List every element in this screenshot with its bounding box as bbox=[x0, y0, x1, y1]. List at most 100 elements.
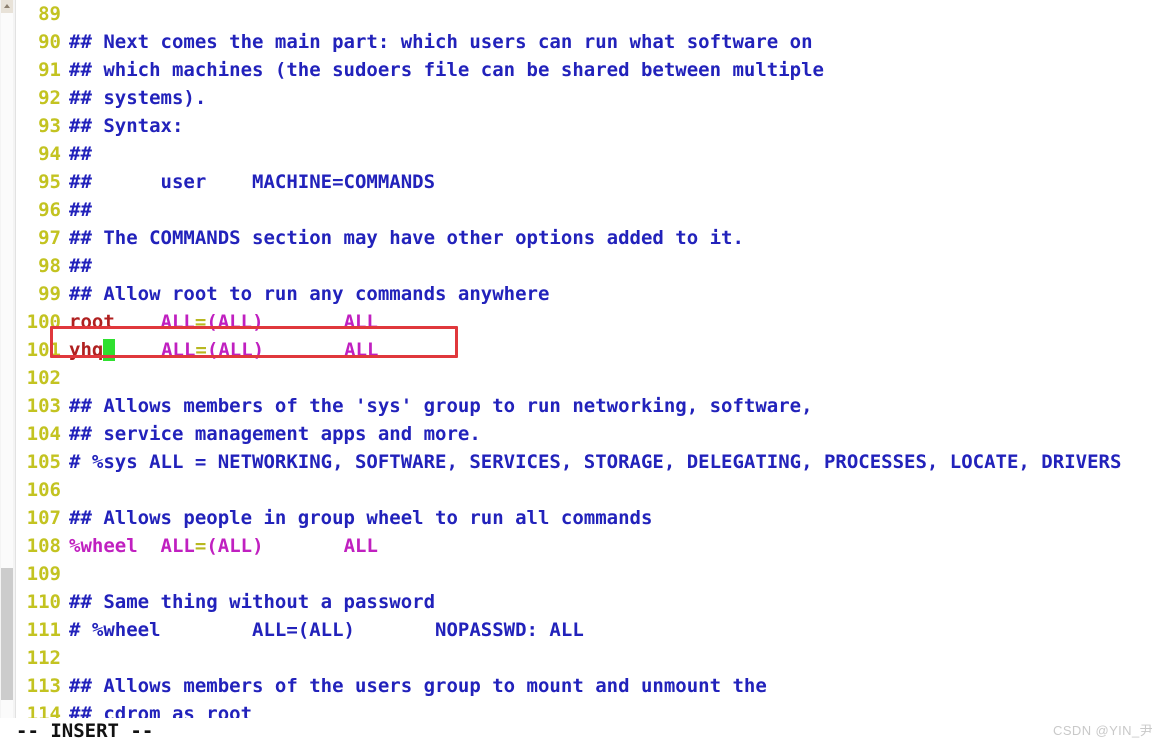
code-line[interactable]: 106 bbox=[15, 476, 1165, 504]
code-line[interactable]: 100 root ALL=(ALL) ALL bbox=[15, 308, 1165, 336]
code-token: ## systems). bbox=[69, 87, 207, 109]
code-token: ## Allows members of the 'sys' group to … bbox=[69, 395, 813, 417]
code-editor-area[interactable]: 89 90 ## Next comes the main part: which u… bbox=[15, 0, 1165, 718]
line-number: 106 bbox=[26, 479, 61, 501]
code-line-content: ## Allows people in group wheel to run a… bbox=[61, 504, 652, 532]
code-line-content: ## user MACHINE=COMMANDS bbox=[61, 168, 435, 196]
line-number: 111 bbox=[26, 619, 61, 641]
code-line-content: ## systems). bbox=[61, 84, 206, 112]
line-number: 99 bbox=[38, 283, 61, 305]
code-line[interactable]: 102 bbox=[15, 364, 1165, 392]
code-token: ## which machines (the sudoers file can … bbox=[69, 59, 824, 81]
code-token: = bbox=[195, 339, 207, 361]
code-token: (ALL) bbox=[206, 535, 264, 557]
line-number: 97 bbox=[38, 227, 61, 249]
code-line[interactable]: 93 ## Syntax: bbox=[15, 112, 1165, 140]
code-line-content: ## Allows members of the users group to … bbox=[61, 672, 767, 700]
code-token: ## The COMMANDS section may have other o… bbox=[69, 227, 744, 249]
code-line[interactable]: 113 ## Allows members of the users group … bbox=[15, 672, 1165, 700]
line-number: 110 bbox=[26, 591, 61, 613]
code-token: ## Syntax: bbox=[69, 115, 184, 137]
line-number: 103 bbox=[26, 395, 61, 417]
code-line[interactable]: 108 %wheel ALL=(ALL) ALL bbox=[15, 532, 1165, 560]
line-number: 100 bbox=[26, 311, 61, 333]
line-number: 102 bbox=[26, 367, 61, 389]
code-line[interactable]: 109 bbox=[15, 560, 1165, 588]
watermark-label: CSDN @YIN_尹 bbox=[1053, 723, 1153, 738]
code-line-content: ## Syntax: bbox=[61, 112, 183, 140]
code-line[interactable]: 96 ## bbox=[15, 196, 1165, 224]
line-number: 91 bbox=[38, 59, 61, 81]
line-number: 108 bbox=[26, 535, 61, 557]
code-token: ## cdrom as root bbox=[69, 703, 253, 718]
line-number: 92 bbox=[38, 87, 61, 109]
status-bar: -- INSERT -- bbox=[0, 718, 1165, 744]
code-line-content: # %wheel ALL=(ALL) NOPASSWD: ALL bbox=[61, 616, 584, 644]
code-line[interactable]: 110 ## Same thing without a password bbox=[15, 588, 1165, 616]
line-number: 98 bbox=[38, 255, 61, 277]
code-line[interactable]: 98 ## bbox=[15, 252, 1165, 280]
code-token: # %wheel ALL=(ALL) NOPASSWD: ALL bbox=[69, 619, 584, 641]
code-line-content: ## The COMMANDS section may have other o… bbox=[61, 224, 744, 252]
line-number: 109 bbox=[26, 563, 61, 585]
code-line[interactable]: 103 ## Allows members of the 'sys' group … bbox=[15, 392, 1165, 420]
code-token: ALL bbox=[343, 535, 378, 557]
line-number: 101 bbox=[26, 339, 61, 361]
code-line-content: ## which machines (the sudoers file can … bbox=[61, 56, 824, 84]
line-number: 113 bbox=[26, 675, 61, 697]
code-line[interactable]: 101 yhq ALL=(ALL) ALL bbox=[15, 336, 1165, 364]
code-line-content: ## Allows members of the 'sys' group to … bbox=[61, 392, 813, 420]
code-line[interactable]: 112 bbox=[15, 644, 1165, 672]
code-line[interactable]: 104 ## service management apps and more. bbox=[15, 420, 1165, 448]
code-line[interactable]: 90 ## Next comes the main part: which use… bbox=[15, 28, 1165, 56]
code-token: ## bbox=[69, 143, 92, 165]
text-cursor bbox=[103, 339, 116, 361]
editor-window: 89 90 ## Next comes the main part: which u… bbox=[0, 0, 1165, 744]
code-line-content: ## Next comes the main part: which users… bbox=[61, 28, 813, 56]
line-number: 89 bbox=[38, 3, 61, 25]
code-token: ## user MACHINE=COMMANDS bbox=[69, 171, 436, 193]
code-token: root bbox=[69, 311, 115, 333]
code-line[interactable]: 114 ## cdrom as root bbox=[15, 700, 1165, 718]
code-line[interactable]: 91 ## which machines (the sudoers file ca… bbox=[15, 56, 1165, 84]
code-line[interactable]: 89 bbox=[15, 0, 1165, 28]
code-token: = bbox=[194, 535, 207, 557]
scroll-up-arrow-icon[interactable] bbox=[1, 0, 13, 13]
line-number: 105 bbox=[26, 451, 61, 473]
code-token: ## Allows people in group wheel to run a… bbox=[69, 507, 653, 529]
line-number: 94 bbox=[38, 143, 61, 165]
code-line[interactable]: 97 ## The COMMANDS section may have other… bbox=[15, 224, 1165, 252]
code-line[interactable]: 111 # %wheel ALL=(ALL) NOPASSWD: ALL bbox=[15, 616, 1165, 644]
scrollbar-thumb[interactable] bbox=[1, 568, 13, 700]
code-line-content: ## Same thing without a password bbox=[61, 588, 435, 616]
code-line[interactable]: 94 ## bbox=[15, 140, 1165, 168]
line-number: 93 bbox=[38, 115, 61, 137]
line-number: 114 bbox=[26, 703, 61, 718]
code-token: ALL bbox=[343, 311, 378, 333]
code-line[interactable]: 105 # %sys ALL = NETWORKING, SOFTWARE, SE… bbox=[15, 448, 1165, 476]
line-number: 112 bbox=[26, 647, 61, 669]
code-line[interactable]: 107 ## Allows people in group wheel to ru… bbox=[15, 504, 1165, 532]
code-line[interactable]: 92 ## systems). bbox=[15, 84, 1165, 112]
code-token: ## bbox=[69, 255, 92, 277]
code-token: (ALL) bbox=[206, 339, 265, 361]
code-token: = bbox=[194, 311, 207, 333]
line-number: 90 bbox=[38, 31, 61, 53]
vertical-scrollbar[interactable] bbox=[0, 0, 16, 744]
code-line[interactable]: 99 ## Allow root to run any commands anyw… bbox=[15, 280, 1165, 308]
code-line-content: ## Allow root to run any commands anywhe… bbox=[61, 280, 549, 308]
code-line[interactable]: 95 ## user MACHINE=COMMANDS bbox=[15, 168, 1165, 196]
line-number: 96 bbox=[38, 199, 61, 221]
code-line-content: root ALL=(ALL) ALL bbox=[61, 308, 378, 336]
code-token: ## Allow root to run any commands anywhe… bbox=[69, 283, 550, 305]
code-token: %wheel bbox=[69, 535, 138, 557]
code-token: ## service management apps and more. bbox=[69, 423, 481, 445]
code-line-content: ## bbox=[61, 140, 92, 168]
code-token: ALL bbox=[160, 311, 195, 333]
